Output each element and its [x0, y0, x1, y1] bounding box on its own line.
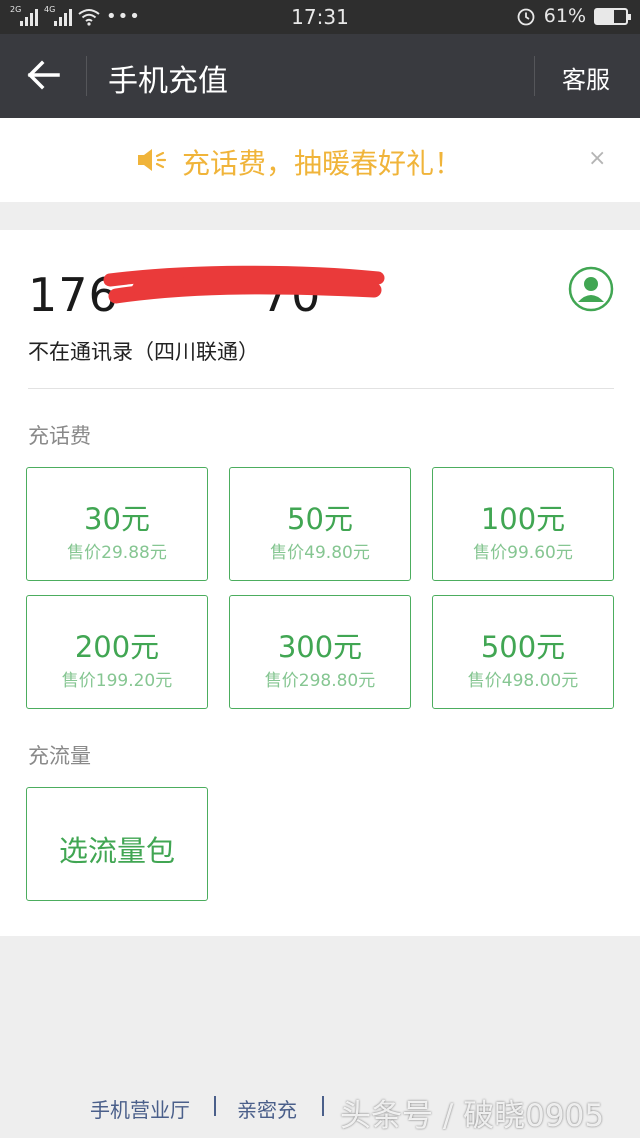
nav-divider: [534, 56, 535, 96]
carrier-info: 不在通讯录（四川联通）: [28, 340, 259, 364]
option-price: 售价498.00元: [467, 671, 579, 691]
data-package-label: 选流量包: [58, 834, 175, 868]
footer-link-business-hall[interactable]: 手机营业厅: [90, 1094, 190, 1123]
redaction-scribble: [103, 265, 385, 304]
recharge-option-100[interactable]: 100元 售价99.60元: [432, 467, 614, 581]
option-price: 售价49.80元: [270, 543, 370, 563]
battery-percent: 61%: [543, 5, 586, 27]
option-price: 售价99.60元: [473, 543, 573, 563]
select-data-package-button[interactable]: 选流量包: [26, 787, 208, 901]
nav-bar: 手机充值 客服: [0, 34, 640, 118]
option-price: 售价199.20元: [61, 671, 173, 691]
option-price: 售价29.88元: [67, 543, 167, 563]
watermark: 头条号 / 破晓0905: [340, 1098, 605, 1134]
option-price: 售价298.80元: [264, 671, 376, 691]
footer-link-family-recharge[interactable]: 亲密充: [237, 1094, 297, 1123]
footer-divider: [322, 1096, 324, 1116]
option-amount: 500元: [480, 630, 566, 664]
option-amount: 300元: [277, 630, 363, 664]
section-label-data: 充流量: [28, 744, 91, 768]
section-label-recharge: 充话费: [28, 424, 91, 448]
option-amount: 30元: [84, 502, 150, 536]
status-right: 61%: [516, 5, 631, 27]
page-title: 手机充值: [108, 64, 228, 99]
recharge-option-200[interactable]: 200元 售价199.20元: [26, 595, 208, 709]
speaker-icon: [138, 149, 167, 171]
promo-banner[interactable]: 充话费，抽暖春好礼！ ×: [0, 118, 640, 202]
option-amount: 200元: [74, 630, 160, 664]
battery-icon: [594, 7, 631, 25]
contact-book-icon[interactable]: [568, 266, 614, 312]
recharge-option-500[interactable]: 500元 售价498.00元: [432, 595, 614, 709]
recharge-card: 176 70 不在通讯录（四川联通） 充话费 30元 售价29.88元 50元 售…: [0, 230, 640, 936]
status-bar: 2G 4G ••• 17:31 61%: [0, 0, 640, 34]
option-amount: 50元: [287, 502, 353, 536]
nav-divider: [86, 56, 87, 96]
back-arrow-icon[interactable]: [26, 60, 60, 90]
recharge-option-50[interactable]: 50元 售价49.80元: [229, 467, 411, 581]
customer-service-button[interactable]: 客服: [562, 60, 610, 95]
recharge-option-300[interactable]: 300元 售价298.80元: [229, 595, 411, 709]
close-banner-icon[interactable]: ×: [588, 146, 606, 171]
recharge-option-30[interactable]: 30元 售价29.88元: [26, 467, 208, 581]
promo-text: 充话费，抽暖春好礼！: [182, 147, 463, 180]
alarm-icon: [517, 8, 535, 26]
divider: [28, 388, 614, 389]
footer-divider: [214, 1096, 216, 1116]
option-amount: 100元: [480, 502, 566, 536]
